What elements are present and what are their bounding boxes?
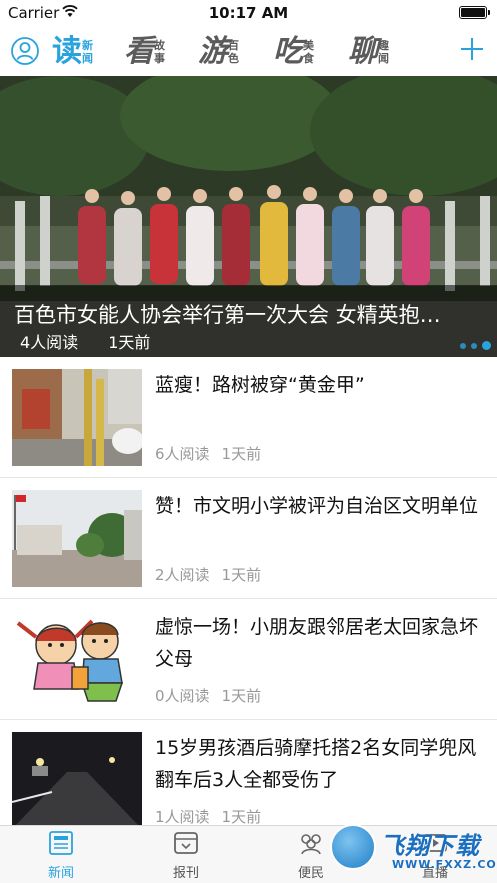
news-list-item[interactable]: 虚惊一场！小朋友跟邻居老太回家急坏父母 0人阅读 1天前 [0,599,497,720]
carousel-dot[interactable] [471,342,477,349]
tab-news-main: 读 [52,34,82,69]
tab-travel-main: 游 [198,34,228,69]
news-meta: 0人阅读 1天前 [155,685,261,706]
news-thumbnail [12,490,142,587]
news-meta: 6人阅读 1天前 [155,443,261,464]
news-thumbnail [12,611,142,708]
journal-icon [174,832,198,854]
banner-time: 1天前 [108,333,151,352]
carousel-dot[interactable] [460,342,466,349]
news-time: 1天前 [221,445,262,463]
tab-stories-sub2: 事 [154,52,165,65]
banner-title[interactable]: 百色市女能人协会举行第一次大会 女精英抱… [14,299,479,329]
news-title: 虚惊一场！小朋友跟邻居老太回家急坏父母 [155,616,479,670]
news-thumbnail [12,369,142,466]
carousel-dot-active[interactable] [482,341,491,350]
people-icon [301,834,321,855]
site-watermark: 飞翔下载 WWW.FXXZ.COM [330,822,497,883]
banner-meta: 4人阅读 1天前 [20,329,150,353]
tab-stories[interactable]: 看 故事 [124,32,165,72]
bottom-tab-newspaper[interactable]: 报刊 [141,830,231,882]
watermark-text: 飞翔下载 [380,832,480,860]
status-bar: Carrier 10:17 AM [0,0,497,26]
news-title: 赞！市文明小学被评为自治区文明单位 [155,495,479,517]
news-meta: 2人阅读 1天前 [155,564,261,585]
watermark-logo [330,824,376,870]
tab-travel[interactable]: 游 百色 [198,32,239,72]
tab-gossip[interactable]: 聊 趣闻 [348,32,389,72]
news-read-count: 0人阅读 [155,687,210,705]
newspaper-icon [49,831,73,855]
news-read-count: 6人阅读 [155,445,210,463]
news-list-item[interactable]: 蓝瘦！路树被穿“黄金甲” 6人阅读 1天前 [0,357,497,478]
tab-food-sub2: 食 [303,52,314,65]
tab-food-main: 吃 [273,34,303,69]
tab-gossip-main: 聊 [348,34,378,69]
tab-food-sub1: 美 [303,39,314,52]
tab-gossip-sub1: 趣 [378,39,389,52]
clock: 10:17 AM [208,4,289,22]
news-thumbnail [12,732,142,829]
carousel-indicator[interactable] [460,341,491,350]
tab-gossip-sub2: 闻 [378,52,389,65]
battery-icon [459,6,490,19]
top-nav: 读 新闻 看 故事 游 百色 吃 美食 聊 趣闻 [0,26,497,76]
news-title: 蓝瘦！路树被穿“黄金甲” [155,374,365,396]
plus-icon[interactable] [459,36,485,62]
watermark-url: WWW.FXXZ.COM [392,858,497,871]
bottom-tab-news[interactable]: 新闻 [16,830,106,882]
news-time: 1天前 [221,808,262,826]
tab-food[interactable]: 吃 美食 [273,32,314,72]
bottom-tab-label: 报刊 [172,866,199,881]
tab-news[interactable]: 读 新闻 [52,32,93,72]
bottom-tab-label: 新闻 [47,866,74,881]
banner-read-count: 4人阅读 [20,333,79,352]
tab-travel-sub2: 色 [228,52,239,65]
banner-carousel[interactable]: 百色市女能人协会举行第一次大会 女精英抱… 4人阅读 1天前 [0,76,497,357]
tab-stories-main: 看 [124,34,154,69]
news-title: 15岁男孩酒后骑摩托搭2名女同学兜风 翻车后3人全都受伤了 [155,737,477,791]
user-icon[interactable] [10,36,40,66]
news-time: 1天前 [221,566,262,584]
tab-news-sub1: 新 [82,39,93,52]
tab-travel-sub1: 百 [228,39,239,52]
tab-stories-sub1: 故 [154,39,165,52]
news-time: 1天前 [221,687,262,705]
news-read-count: 1人阅读 [155,808,210,826]
news-list-item[interactable]: 赞！市文明小学被评为自治区文明单位 2人阅读 1天前 [0,478,497,599]
news-read-count: 2人阅读 [155,566,210,584]
news-meta: 1人阅读 1天前 [155,806,261,827]
tab-news-sub2: 闻 [82,52,93,65]
